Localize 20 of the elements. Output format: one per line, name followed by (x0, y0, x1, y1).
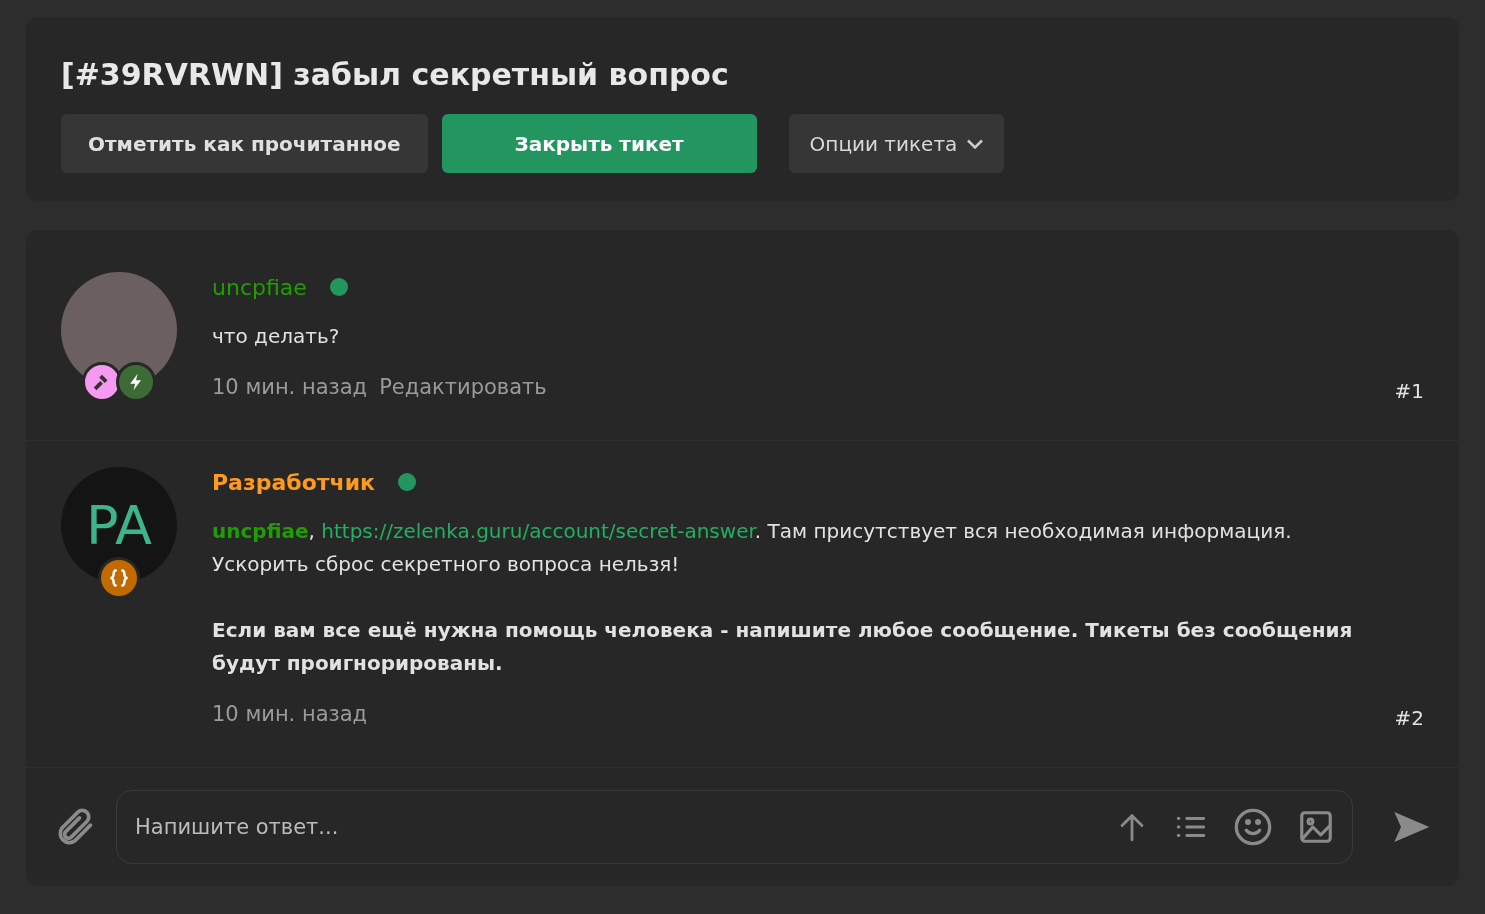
message-text: Если вам все ещё нужна помощь человека - напишите любое сообщение. Тикеты без сообщения будут проигнорированы. (212, 617, 1354, 677)
author-name[interactable]: uncpfiae (212, 270, 307, 304)
message-number: #1 (1394, 378, 1424, 405)
message-text: uncpfiae, https://zelenka.guru/account/secret-answer. Там присутствует вся необходимая информация. Ускорить сброс секретного вопроса нельзя! (212, 518, 1293, 578)
smiley-icon[interactable] (1233, 807, 1273, 847)
user-mention-link[interactable]: uncpfiae (212, 519, 309, 543)
mark-read-button[interactable]: Отметить как прочитанное (61, 114, 428, 173)
ticket-title: [#39RVRWN] забыл секретный вопрос (61, 56, 730, 94)
url-link[interactable]: https://zelenka.guru/account/secret-answer (321, 519, 755, 543)
ticket-options-dropdown[interactable]: Опции тикета (788, 114, 1005, 173)
author-name[interactable]: Разработчик (212, 465, 376, 499)
timestamp: 10 мин. назад (212, 701, 368, 729)
message-text: что делать? (212, 323, 341, 350)
edit-link[interactable]: Редактировать (379, 372, 547, 404)
image-icon[interactable] (1297, 808, 1335, 846)
timestamp: 10 мин. назад (212, 374, 368, 402)
chevron-down-icon (967, 138, 984, 149)
message-number: #2 (1394, 705, 1424, 732)
close-ticket-button[interactable]: Закрыть тикет (441, 114, 757, 173)
reply-field[interactable]: Напишите ответ... (116, 790, 1353, 864)
